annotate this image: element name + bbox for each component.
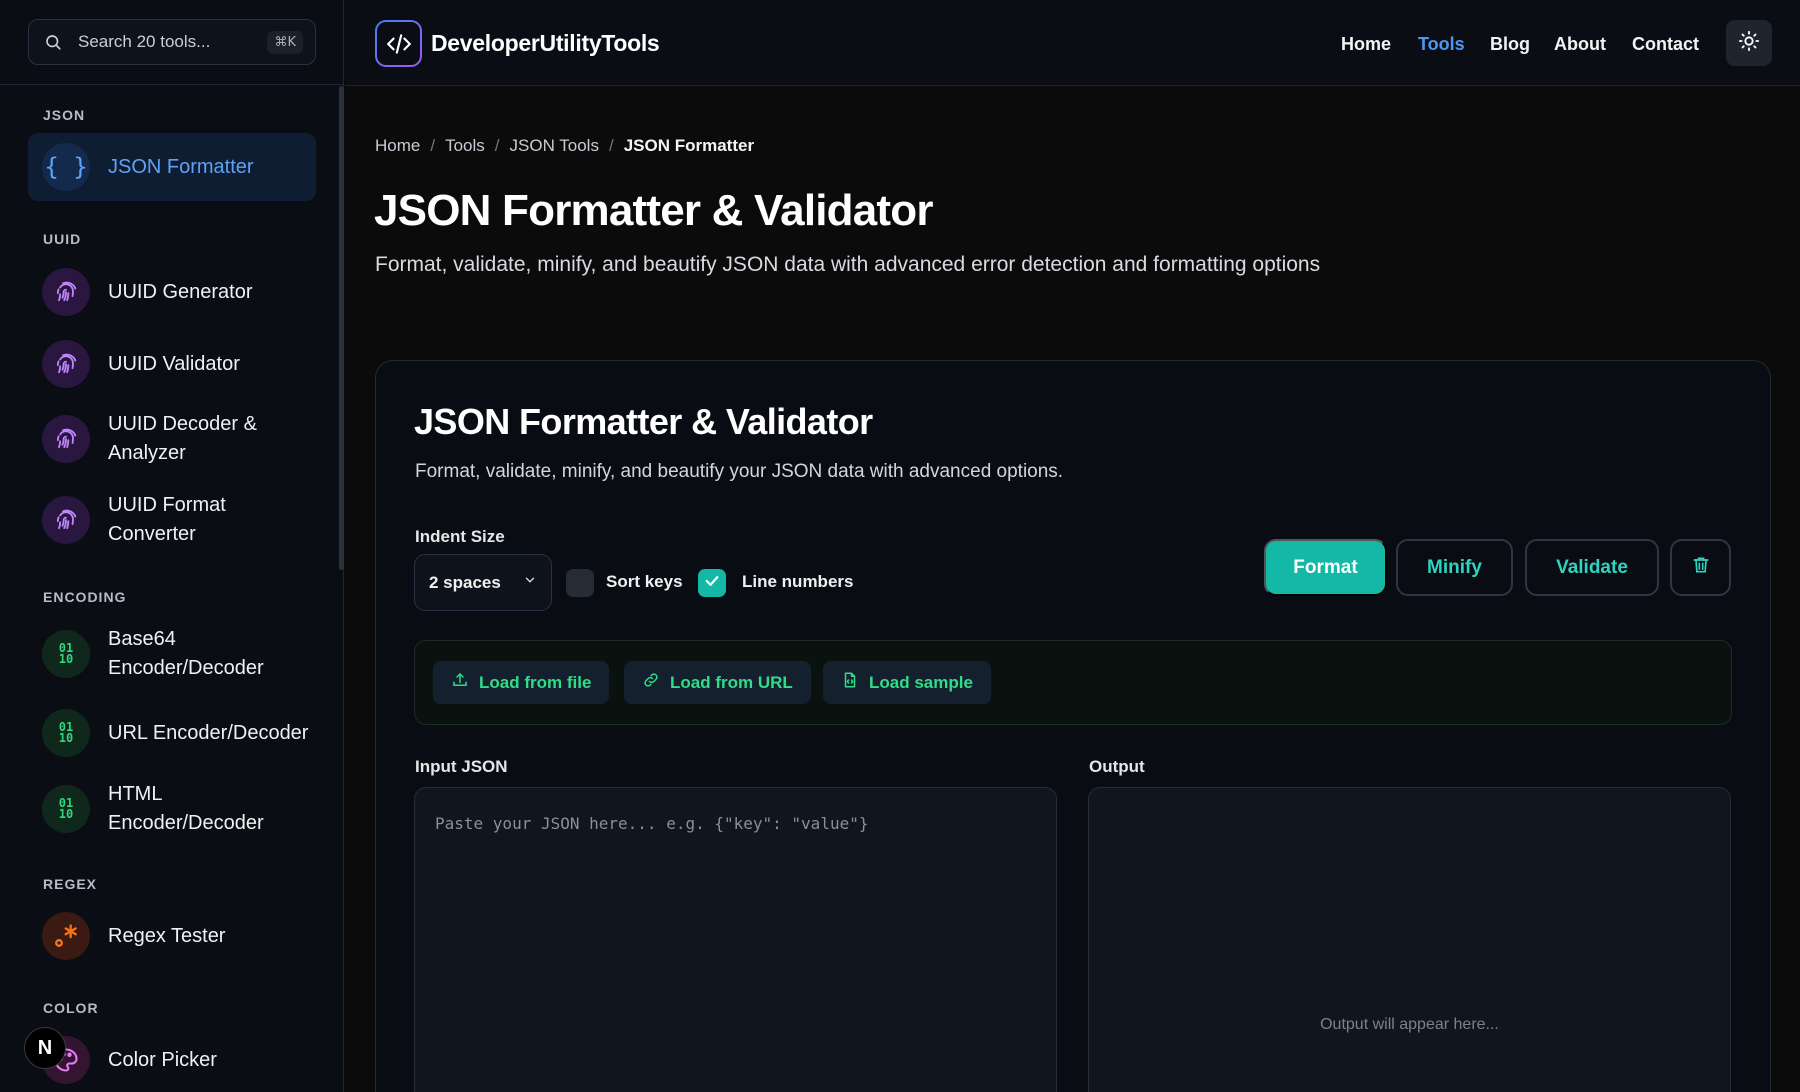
breadcrumb-separator: / <box>430 136 436 155</box>
search-icon <box>43 32 63 52</box>
load-sample-label: Load sample <box>869 672 973 692</box>
sidebar-item-base64[interactable]: 01 10 Base64 Encoder/Decoder <box>28 620 316 688</box>
load-from-url-label: Load from URL <box>670 672 793 692</box>
page-subtitle: Format, validate, minify, and beautify J… <box>375 253 1321 276</box>
input-json-label: Input JSON <box>415 757 508 776</box>
breadcrumb: Home / Tools / JSON Tools / JSON Formatt… <box>375 136 754 156</box>
sidebar-item-url-encoder[interactable]: 01 10 URL Encoder/Decoder <box>28 699 316 767</box>
link-icon <box>642 671 660 694</box>
brand-name[interactable]: DeveloperUtilityTools <box>431 30 660 57</box>
nav-contact[interactable]: Contact <box>1632 34 1699 55</box>
tool-card: JSON Formatter & Validator Format, valid… <box>375 360 1771 1092</box>
nav-home[interactable]: Home <box>1341 34 1391 55</box>
chevron-down-icon <box>523 573 537 592</box>
sidebar-item-uuid-validator[interactable]: UUID Validator <box>28 330 316 398</box>
code-icon <box>377 22 420 65</box>
breadcrumb-tools[interactable]: Tools <box>445 136 485 156</box>
output-placeholder: Output will appear here... <box>1320 1016 1499 1033</box>
search-placeholder: Search 20 tools... <box>78 32 211 51</box>
load-from-file-label: Load from file <box>479 672 592 692</box>
load-from-file-button[interactable]: Load from file <box>433 661 610 704</box>
indent-size-value: 2 spaces <box>429 572 501 592</box>
output-label: Output <box>1089 757 1145 776</box>
nav-tools[interactable]: Tools <box>1418 34 1465 55</box>
section-label-regex: REGEX <box>43 876 98 892</box>
minify-button[interactable]: Minify <box>1396 539 1513 596</box>
check-icon <box>703 572 721 595</box>
sidebar-item-json-formatter[interactable]: { } JSON Formatter <box>28 133 316 201</box>
line-numbers-label[interactable]: Line numbers <box>742 572 853 592</box>
theme-toggle-button[interactable] <box>1726 20 1772 66</box>
sidebar-item-label: UUID Format Converter <box>108 494 226 545</box>
sidebar-item-label: UUID Generator <box>108 280 253 303</box>
sidebar-item-regex-tester[interactable]: Regex Tester <box>28 902 316 970</box>
sun-icon <box>1738 30 1760 57</box>
search-input[interactable]: Search 20 tools... ⌘K <box>28 19 316 65</box>
logo[interactable] <box>375 20 422 67</box>
fingerprint-icon <box>42 268 90 316</box>
breadcrumb-separator: / <box>494 136 500 155</box>
json-input-textarea[interactable]: Paste your JSON here... e.g. {"key": "va… <box>414 787 1057 1092</box>
binary-icon: 01 10 <box>42 709 90 757</box>
sidebar-item-uuid-format-converter[interactable]: UUID Format Converter <box>28 486 316 554</box>
trash-icon <box>1691 555 1711 581</box>
format-button[interactable]: Format <box>1264 539 1387 596</box>
section-label-encoding: ENCODING <box>43 589 127 605</box>
tool-title: JSON Formatter & Validator <box>414 401 873 442</box>
sidebar-item-html-encoder[interactable]: 01 10 HTML Encoder/Decoder <box>28 775 316 843</box>
load-from-url-button[interactable]: Load from URL <box>624 661 811 704</box>
sidebar-item-uuid-generator[interactable]: UUID Generator <box>28 258 316 326</box>
search-shortcut: ⌘K <box>267 30 303 54</box>
line-numbers-checkbox[interactable] <box>698 569 726 597</box>
validate-button[interactable]: Validate <box>1525 539 1659 596</box>
braces-icon: { } <box>42 143 90 191</box>
breadcrumb-json-tools[interactable]: JSON Tools <box>510 136 599 156</box>
binary-icon: 01 10 <box>42 785 90 833</box>
tool-subtitle: Format, validate, minify, and beautify y… <box>415 461 1064 482</box>
sidebar-item-label: UUID Decoder & Analyzer <box>108 413 257 464</box>
sort-keys-checkbox[interactable] <box>566 569 594 597</box>
sidebar-item-label: Base64 Encoder/Decoder <box>108 628 264 679</box>
file-code-icon <box>841 671 859 694</box>
page-title: JSON Formatter & Validator <box>374 186 933 235</box>
regex-icon <box>42 912 90 960</box>
sidebar-item-label: HTML Encoder/Decoder <box>108 783 264 834</box>
indent-size-label: Indent Size <box>415 527 505 546</box>
upload-icon <box>451 671 469 694</box>
load-sample-button[interactable]: Load sample <box>823 661 991 704</box>
sidebar-item-color-picker[interactable]: Color Picker <box>28 1026 316 1092</box>
sidebar-item-label: JSON Formatter <box>108 155 254 178</box>
binary-icon: 01 10 <box>42 630 90 678</box>
sidebar-item-label: Regex Tester <box>108 924 226 947</box>
load-options-bar: Load from file Load from URL Load sample <box>414 640 1732 725</box>
breadcrumb-home[interactable]: Home <box>375 136 420 156</box>
sidebar: Search 20 tools... ⌘K JSON { } JSON Form… <box>0 0 344 1092</box>
clear-button[interactable] <box>1670 539 1731 596</box>
sidebar-item-label: URL Encoder/Decoder <box>108 721 309 744</box>
sort-keys-label[interactable]: Sort keys <box>606 572 683 592</box>
sidebar-item-label: Color Picker <box>108 1048 217 1071</box>
breadcrumb-separator: / <box>608 136 614 155</box>
input-placeholder: Paste your JSON here... e.g. {"key": "va… <box>435 814 869 833</box>
section-label-json: JSON <box>43 107 86 123</box>
fingerprint-icon <box>42 496 90 544</box>
nav-blog[interactable]: Blog <box>1490 34 1530 55</box>
fingerprint-icon <box>42 415 90 463</box>
nextjs-dev-badge[interactable]: N <box>24 1027 66 1069</box>
nav-about[interactable]: About <box>1554 34 1606 55</box>
sidebar-search-area: Search 20 tools... ⌘K <box>0 0 343 85</box>
section-label-uuid: UUID <box>43 231 82 247</box>
fingerprint-icon <box>42 340 90 388</box>
json-output-panel[interactable]: Output will appear here... <box>1088 787 1731 1092</box>
sidebar-item-uuid-decoder[interactable]: UUID Decoder & Analyzer <box>28 405 316 473</box>
indent-size-select[interactable]: 2 spaces <box>414 554 552 611</box>
top-header: DeveloperUtilityTools Home Tools Blog Ab… <box>345 0 1800 86</box>
section-label-color: COLOR <box>43 1000 99 1016</box>
sidebar-item-label: UUID Validator <box>108 352 240 375</box>
sidebar-scrollbar[interactable] <box>339 86 344 570</box>
breadcrumb-current: JSON Formatter <box>623 136 755 155</box>
